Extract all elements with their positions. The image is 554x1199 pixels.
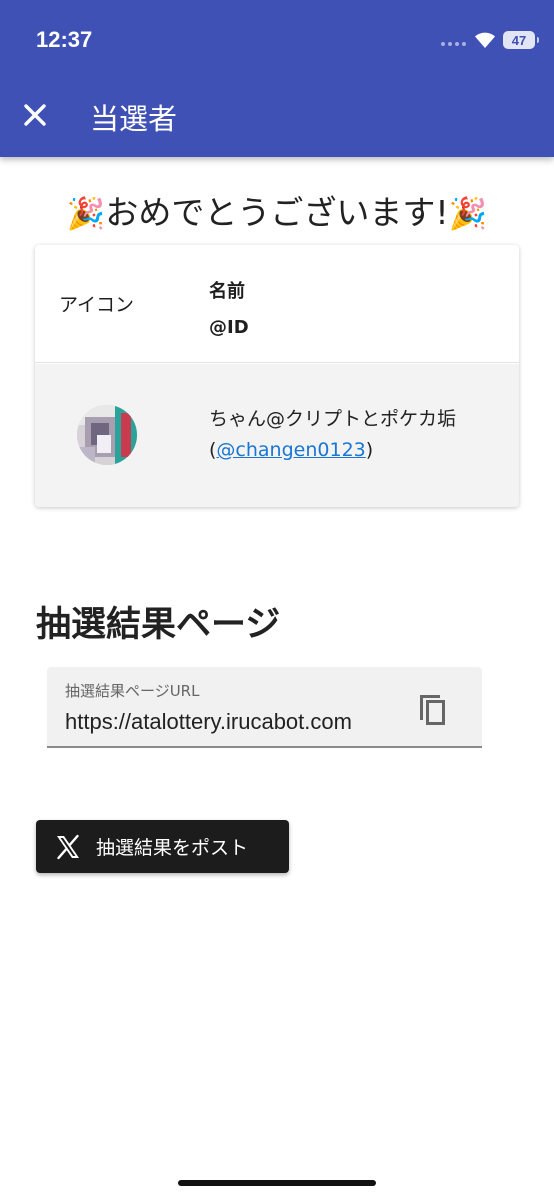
winner-table-header: アイコン 名前 @ID: [35, 245, 519, 363]
winner-id-link[interactable]: @changen0123: [216, 439, 365, 461]
winner-id: (@changen0123): [209, 435, 456, 466]
winner-row: ちゃん@クリプトとポケカ垢 (@changen0123): [35, 364, 519, 507]
winner-id-close-paren: ): [365, 439, 374, 461]
congratulations-text: おめでとうございます!: [105, 193, 449, 232]
status-time: 12:37: [36, 27, 93, 52]
result-url-field: 抽選結果ページURL: [47, 667, 482, 748]
winner-name: ちゃん@クリプトとポケカ垢: [209, 408, 457, 430]
copy-icon[interactable]: [415, 687, 451, 727]
close-button[interactable]: [18, 98, 52, 132]
post-result-button[interactable]: 抽選結果をポスト: [36, 820, 289, 873]
column-header-icon: アイコン: [59, 294, 135, 316]
party-popper-icon: 🎉: [448, 196, 488, 232]
winner-avatar: [77, 405, 137, 465]
battery-level: 47: [511, 32, 527, 48]
post-result-label: 抽選結果をポスト: [96, 837, 249, 859]
app-bar: 12:37 47 当選者: [0, 0, 554, 157]
wifi-icon: [475, 32, 495, 48]
result-url-input[interactable]: [65, 707, 393, 737]
column-header-id-label: @ID: [209, 317, 249, 338]
battery-icon: 47: [503, 31, 539, 49]
congratulations-heading: 🎉おめでとうございます!🎉: [0, 186, 554, 234]
result-page-heading: 抽選結果ページ: [36, 605, 281, 645]
home-indicator: [178, 1180, 376, 1186]
party-popper-icon: 🎉: [66, 196, 106, 232]
cellular-signal-icon: [441, 42, 466, 46]
winner-table: アイコン 名前 @ID ちゃん@クリプトとポケカ垢 (@changen0123): [35, 245, 519, 507]
column-header-name-label: 名前: [209, 281, 245, 302]
column-header-name: 名前 @ID: [209, 274, 249, 346]
result-url-label: 抽選結果ページURL: [65, 682, 200, 700]
winner-info: ちゃん@クリプトとポケカ垢 (@changen0123): [209, 404, 456, 466]
page-title: 当選者: [90, 102, 178, 136]
x-logo-icon: [57, 834, 79, 859]
